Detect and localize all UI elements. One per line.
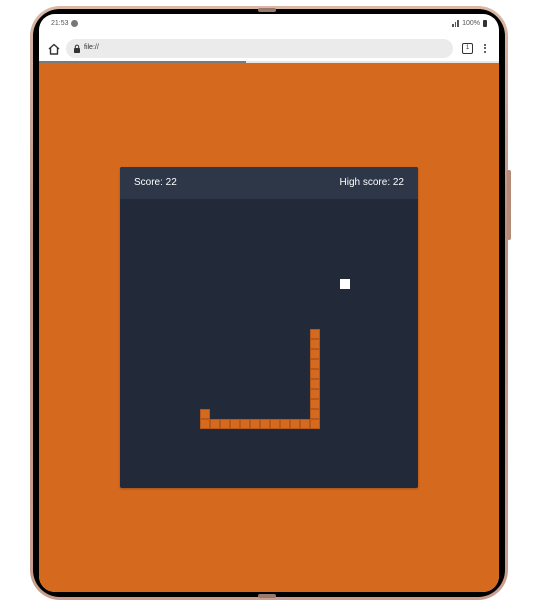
browser-toolbar: file:// 1 <box>39 36 499 62</box>
snake-segment <box>310 329 320 339</box>
snake-segment <box>310 399 320 409</box>
game-header: Score: 22 High score: 22 <box>120 167 418 199</box>
snake-segment <box>310 359 320 369</box>
address-bar[interactable]: file:// <box>66 39 453 58</box>
snake-segment <box>310 409 320 419</box>
snake-segment <box>250 419 260 429</box>
snake-segment <box>310 339 320 349</box>
snake-segment <box>310 389 320 399</box>
score-label: Score: 22 <box>134 177 177 188</box>
snake-segment <box>270 419 280 429</box>
snake-segment <box>210 419 220 429</box>
game-board[interactable] <box>120 199 418 488</box>
snake-segment <box>220 419 230 429</box>
snake-segment <box>280 419 290 429</box>
snake-segment <box>200 419 210 429</box>
battery-percent: 100% <box>462 20 480 27</box>
high-score-label: High score: 22 <box>339 177 404 188</box>
snake-segment <box>290 419 300 429</box>
snake-segment <box>310 349 320 359</box>
url-text: file:// <box>84 44 99 51</box>
snake-game[interactable]: Score: 22 High score: 22 <box>120 167 418 488</box>
snake-segment <box>240 419 250 429</box>
signal-icon <box>452 20 459 27</box>
snake-segment <box>310 419 320 429</box>
lock-icon <box>74 44 80 53</box>
battery-icon <box>483 20 487 27</box>
snake-segment <box>310 369 320 379</box>
device-hinge-top <box>258 8 276 12</box>
snake-segment <box>260 419 270 429</box>
status-time: 21:53 <box>51 20 69 27</box>
status-right-group: 100% <box>452 20 487 27</box>
food-pellet <box>340 279 350 289</box>
snake-segment <box>310 379 320 389</box>
device-hinge-bottom <box>258 594 276 598</box>
notification-icon <box>71 20 78 27</box>
more-menu-icon[interactable] <box>482 42 488 56</box>
phone-screen: 21:53 100% file:// 1 Score: 22 High scor… <box>39 14 499 592</box>
tab-switcher-button[interactable]: 1 <box>462 43 473 54</box>
status-bar: 21:53 100% <box>39 14 499 36</box>
snake-segment <box>300 419 310 429</box>
snake-segment <box>230 419 240 429</box>
device-side-button <box>507 170 511 240</box>
snake-segment <box>200 409 210 419</box>
home-icon[interactable] <box>47 42 61 56</box>
web-page: Score: 22 High score: 22 <box>39 63 499 592</box>
